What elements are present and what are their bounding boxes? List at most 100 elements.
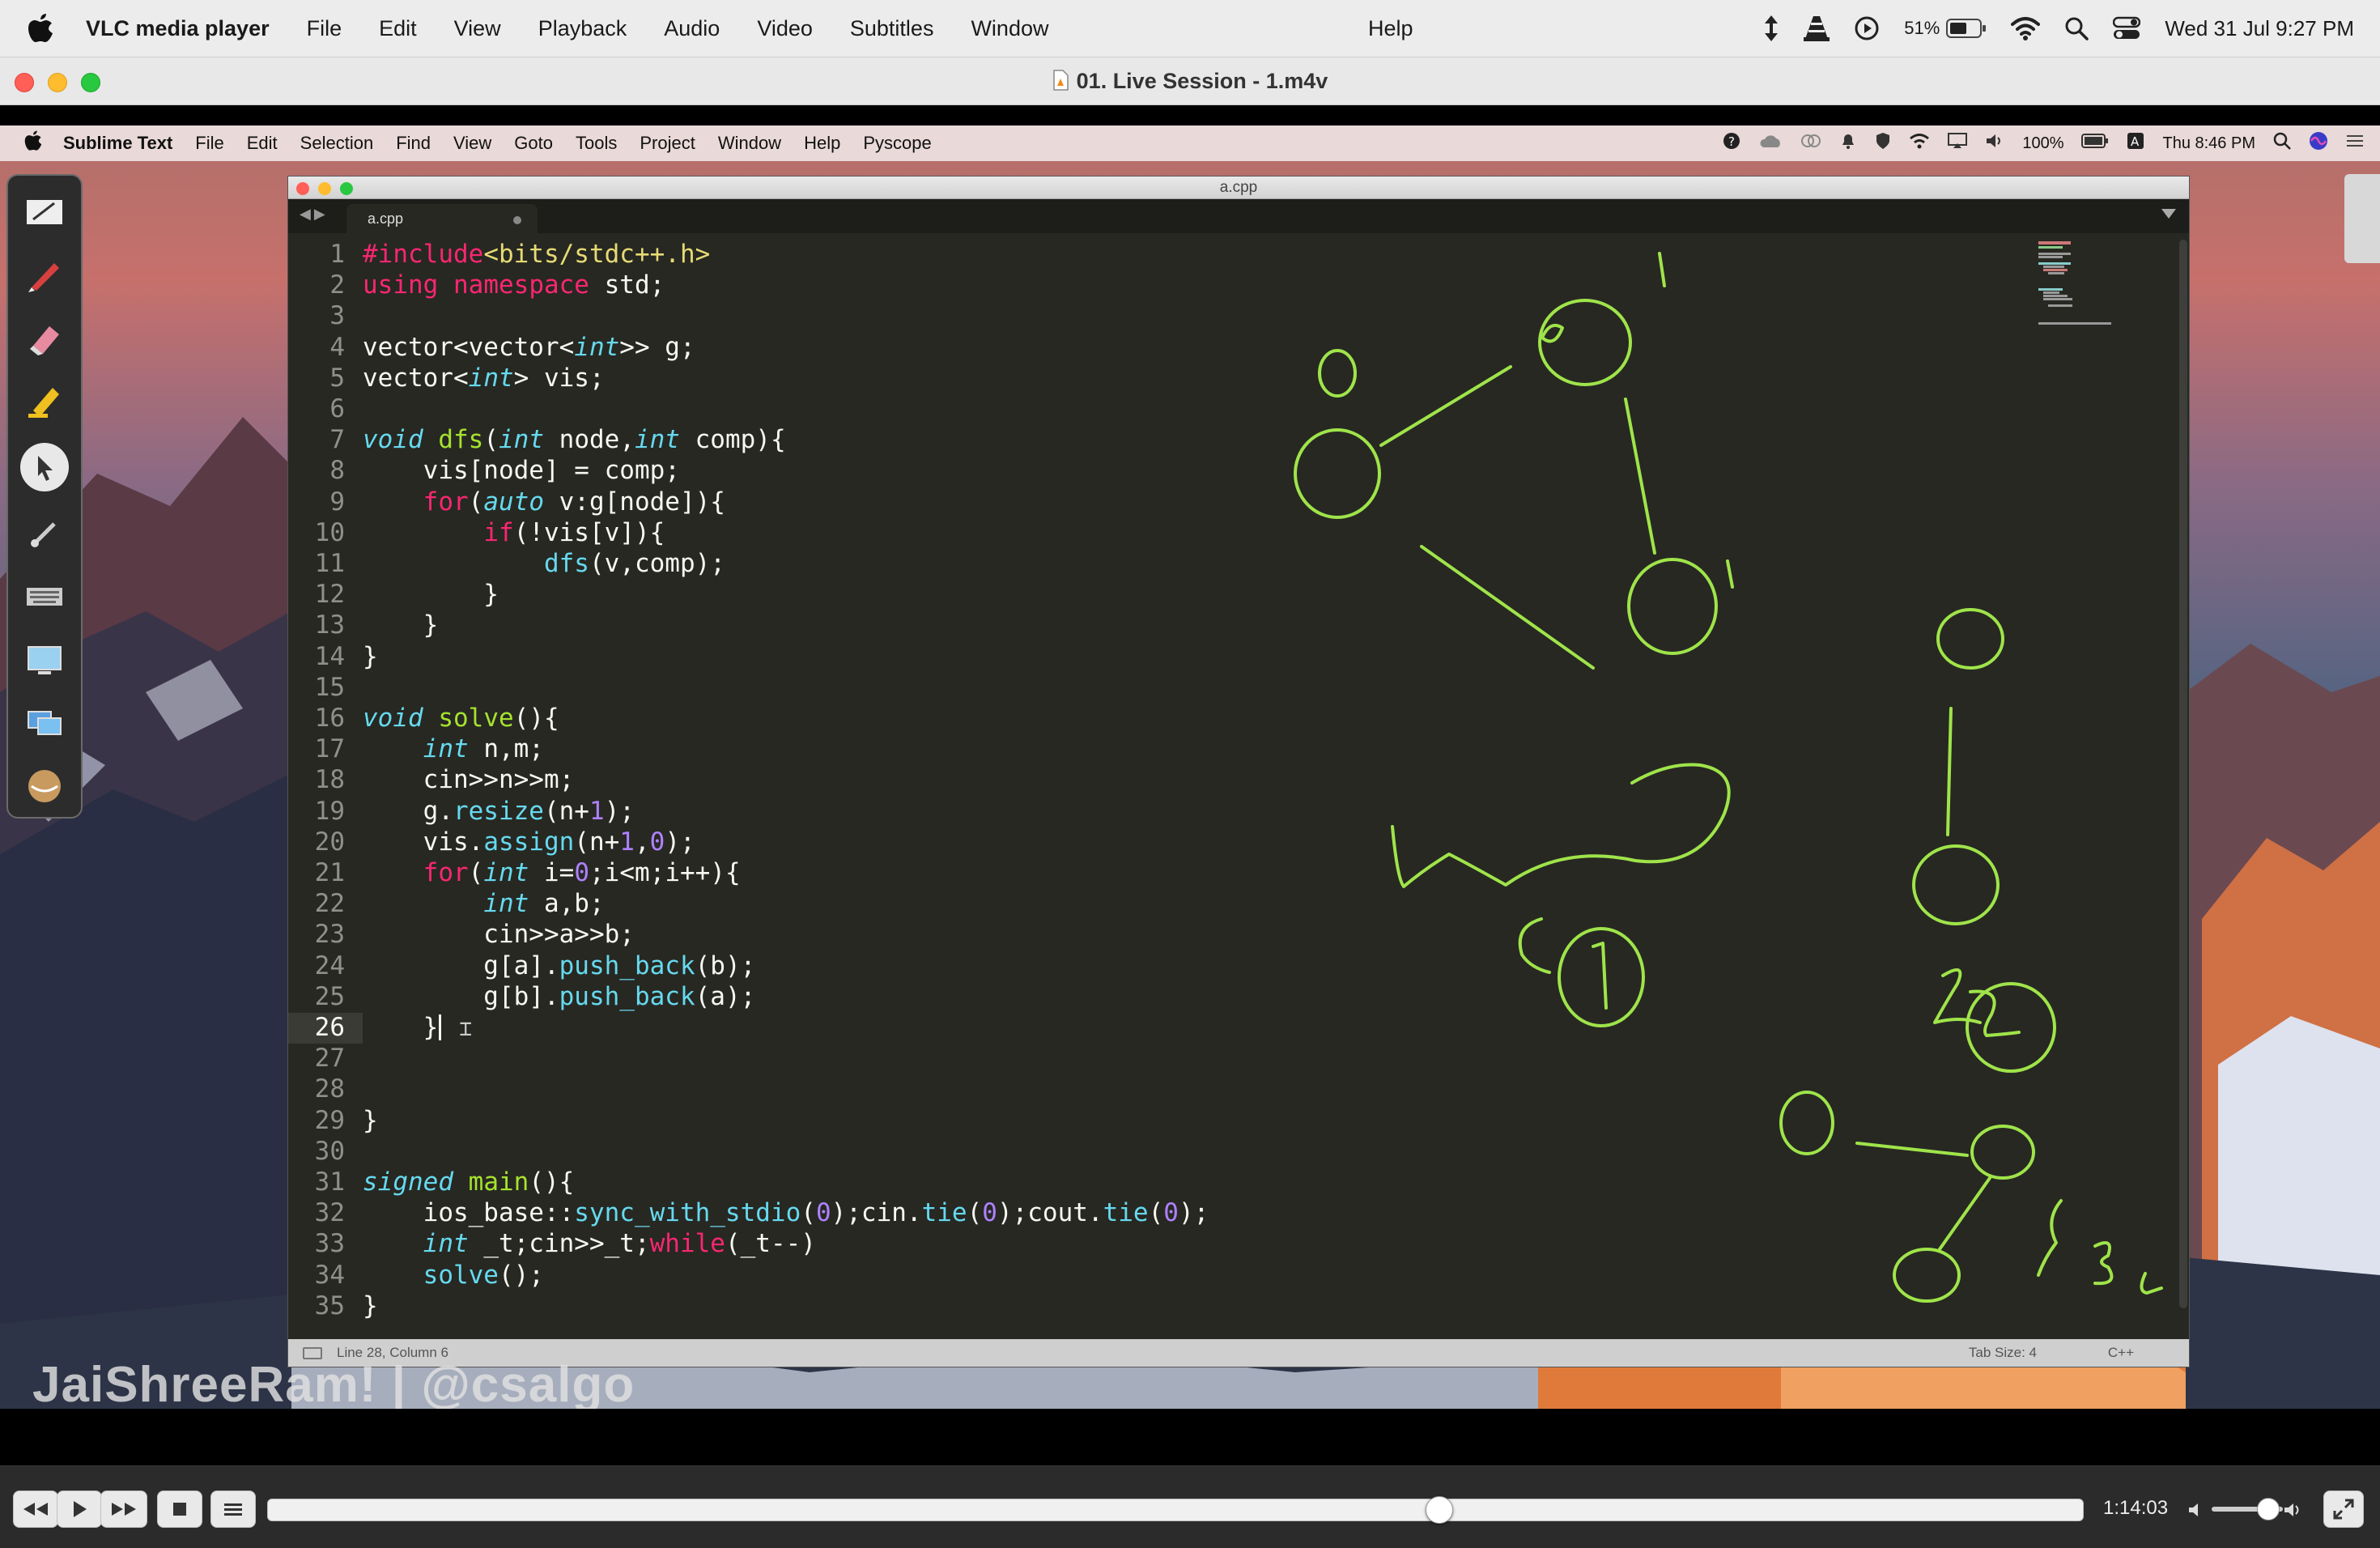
- line-number: 16: [314, 704, 345, 733]
- elapsed-time[interactable]: 1:14:03: [2103, 1497, 2168, 1520]
- code-line: int _t;cin>>_t;while(_t--): [423, 1229, 816, 1259]
- tab-dropdown-icon: [2161, 209, 2176, 219]
- sublime-minimize-button: [318, 182, 331, 195]
- menu-subtitles[interactable]: Subtitles: [850, 16, 934, 41]
- media-file-icon: [1052, 70, 1069, 91]
- line-number: 25: [314, 981, 345, 1011]
- seek-knob[interactable]: [1426, 1496, 1454, 1524]
- sublime-window-controls: [296, 182, 353, 195]
- window-title: 01. Live Session - 1.m4v: [0, 69, 2380, 94]
- stop-icon: [173, 1503, 186, 1516]
- rewind-button[interactable]: [13, 1491, 58, 1528]
- status-area: 51% Wed 31 Jul 9:27 PM: [1763, 0, 2354, 57]
- inner-search-icon: [2273, 132, 2291, 155]
- tab-label: a.cpp: [368, 211, 404, 227]
- annotation-toolbar: [6, 174, 83, 819]
- inner-menu-edit: Edit: [246, 133, 278, 153]
- inner-apple-icon: [24, 130, 42, 156]
- line-number: 14: [314, 641, 345, 671]
- tab-dirty-indicator-icon: [513, 216, 521, 224]
- apple-menu-icon[interactable]: [28, 13, 62, 44]
- vlc-cone-icon[interactable]: [1804, 15, 1830, 42]
- channel-watermark: JaiShreeRam! | @csalgo: [32, 1357, 635, 1409]
- menu-window[interactable]: Window: [971, 16, 1048, 41]
- line-number: 15: [314, 672, 345, 702]
- seek-bar[interactable]: [267, 1496, 2084, 1524]
- line-number: 18: [314, 765, 345, 795]
- inner-clock: Thu 8:46 PM: [2162, 134, 2255, 152]
- stop-button[interactable]: [157, 1491, 202, 1528]
- code-line: ios_base::sync_with_stdio(0);cin.tie(0);…: [363, 1198, 1209, 1228]
- inner-menu-file: File: [195, 133, 224, 153]
- inner-status-area: ? 100% A Thu 8:46 PM: [1723, 125, 2364, 161]
- code-line: for(auto v:g[node]){: [423, 487, 725, 517]
- menu-help[interactable]: Help: [1368, 16, 1413, 41]
- search-icon[interactable]: [2064, 16, 2089, 40]
- line-number: 23: [314, 920, 345, 950]
- playback-controls: 1:14:03: [0, 1465, 2380, 1548]
- inner-airplay-icon: [1948, 133, 1968, 154]
- playlist-button[interactable]: [210, 1491, 256, 1528]
- code-line: dfs(v,comp);: [543, 549, 725, 578]
- code-line: int n,m;: [423, 734, 544, 764]
- code-line: using namespace std;: [363, 270, 665, 300]
- code-line: solve();: [423, 1260, 544, 1290]
- line-number: 24: [314, 950, 345, 980]
- menu-playback[interactable]: Playback: [538, 16, 627, 41]
- screen-icon: [22, 639, 67, 681]
- inner-menu-view: View: [453, 133, 492, 153]
- code-line: }: [363, 641, 378, 671]
- inner-menu-find: Find: [396, 133, 431, 153]
- volume-knob[interactable]: [2257, 1498, 2280, 1520]
- scroll-arrows-icon[interactable]: [1763, 14, 1779, 43]
- menu-edit[interactable]: Edit: [379, 16, 417, 41]
- code-editor: 1 #include<bits/stdc++.h> 2 using namespace…: [288, 240, 2189, 1339]
- play-button[interactable]: [57, 1491, 102, 1528]
- code-line: for(int i=0;i<m;i++){: [423, 858, 741, 887]
- line-number: 11: [314, 549, 345, 578]
- play-circle-icon[interactable]: [1854, 15, 1880, 41]
- menu-view[interactable]: View: [454, 16, 501, 41]
- text-caret: [439, 1014, 442, 1040]
- line-number: 12: [314, 580, 345, 610]
- inner-battery-icon: [2081, 134, 2109, 153]
- battery-status[interactable]: 51%: [1904, 18, 1987, 39]
- code-line: void solve(){: [363, 704, 559, 733]
- line-number: 4: [329, 332, 345, 362]
- fullscreen-icon: [2333, 1499, 2354, 1520]
- code-line: g[a].push_back(b);: [363, 950, 756, 980]
- fullscreen-button[interactable]: [2323, 1491, 2364, 1528]
- app-name-menu[interactable]: VLC media player: [86, 16, 270, 41]
- inner-app-name: Sublime Text: [63, 133, 173, 153]
- menu-audio[interactable]: Audio: [664, 16, 720, 41]
- ibeam-cursor-icon: ⌶: [459, 1017, 472, 1041]
- line-number: 10: [314, 517, 345, 547]
- inner-menu-selection: Selection: [300, 133, 374, 153]
- inner-menu-window: Window: [717, 133, 782, 153]
- line-number: 9: [329, 487, 345, 517]
- line-number: 8: [329, 456, 345, 486]
- battery-icon: [1946, 19, 1987, 38]
- menu-file[interactable]: File: [307, 16, 342, 41]
- line-number: 31: [314, 1167, 345, 1197]
- volume-max-icon[interactable]: [2283, 1502, 2302, 1518]
- control-center-icon[interactable]: [2113, 16, 2141, 40]
- pointer-tool-icon: [20, 443, 69, 491]
- eraser-icon: [22, 317, 67, 359]
- video-viewport[interactable]: Sublime Text File Edit Selection Find Vi…: [0, 105, 2380, 1465]
- inner-help-icon: ?: [1723, 132, 1740, 155]
- fast-forward-button[interactable]: [100, 1491, 147, 1528]
- volume-mute-icon[interactable]: [2187, 1502, 2205, 1518]
- wifi-icon[interactable]: [2011, 16, 2041, 40]
- inner-wifi-icon: [1909, 133, 1930, 154]
- line-number: 5: [329, 363, 345, 393]
- code-line: g[b].push_back(a);: [363, 981, 756, 1011]
- line-number: 20: [314, 827, 345, 857]
- inner-menu-help: Help: [804, 133, 841, 153]
- inner-bell-icon: [1839, 132, 1857, 155]
- inner-menu-tools: Tools: [575, 133, 618, 153]
- menu-video[interactable]: Video: [757, 16, 813, 41]
- menubar-clock[interactable]: Wed 31 Jul 9:27 PM: [2165, 16, 2354, 41]
- tab-size-indicator: Tab Size: 4: [1968, 1345, 2037, 1360]
- sublime-titlebar: a.cpp: [288, 176, 2189, 199]
